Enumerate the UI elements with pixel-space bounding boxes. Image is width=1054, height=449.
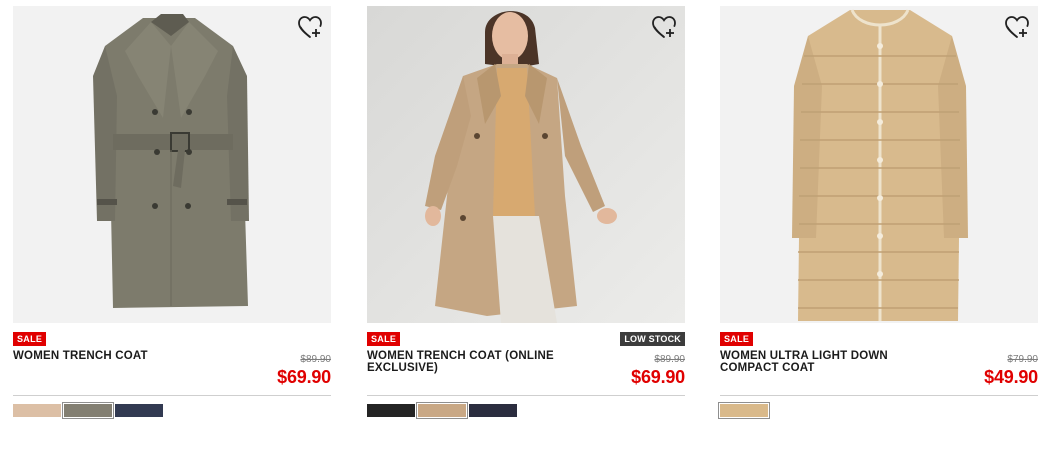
divider <box>13 395 331 396</box>
original-price: $89.90 <box>654 354 685 365</box>
color-swatch[interactable] <box>416 402 468 419</box>
sale-badge: SALE <box>13 332 47 346</box>
product-card[interactable]: SALE WOMEN TRENCH COAT $89.90 $69.90 <box>13 6 331 419</box>
color-swatch[interactable] <box>718 402 770 419</box>
sale-badge: SALE <box>367 332 401 346</box>
original-price: $79.90 <box>1007 354 1038 365</box>
heart-plus-icon[interactable] <box>1003 13 1031 41</box>
product-name[interactable]: WOMEN ULTRA LIGHT DOWN COMPACT COAT <box>720 350 940 374</box>
sale-price: $69.90 <box>631 367 685 387</box>
product-card[interactable]: SALE LOW STOCK WOMEN TRENCH COAT (ONLINE… <box>367 6 685 419</box>
product-image[interactable] <box>720 6 1038 323</box>
olive-trench-coat-image <box>13 6 331 323</box>
color-swatches <box>13 402 331 419</box>
color-swatches <box>718 402 1038 419</box>
heart-plus-icon[interactable] <box>650 13 678 41</box>
sale-price: $49.90 <box>984 367 1038 387</box>
sale-badge: SALE <box>720 332 754 346</box>
color-swatches <box>367 402 685 419</box>
product-image[interactable] <box>13 6 331 323</box>
product-name[interactable]: WOMEN TRENCH COAT (ONLINE EXCLUSIVE) <box>367 350 587 374</box>
divider <box>367 395 685 396</box>
beige-trench-coat-model-image <box>367 6 685 323</box>
original-price: $89.90 <box>300 354 331 365</box>
color-swatch[interactable] <box>115 404 163 417</box>
divider <box>720 395 1038 396</box>
color-swatch[interactable] <box>469 404 517 417</box>
product-name[interactable]: WOMEN TRENCH COAT <box>13 350 233 362</box>
product-card[interactable]: SALE WOMEN ULTRA LIGHT DOWN COMPACT COAT… <box>718 6 1038 419</box>
heart-plus-icon[interactable] <box>296 13 324 41</box>
color-swatch[interactable] <box>367 404 415 417</box>
product-image[interactable] <box>367 6 685 323</box>
low-stock-badge: LOW STOCK <box>620 332 685 346</box>
color-swatch[interactable] <box>13 404 61 417</box>
down-compact-coat-image <box>720 6 1038 323</box>
sale-price: $69.90 <box>277 367 331 387</box>
color-swatch[interactable] <box>62 402 114 419</box>
